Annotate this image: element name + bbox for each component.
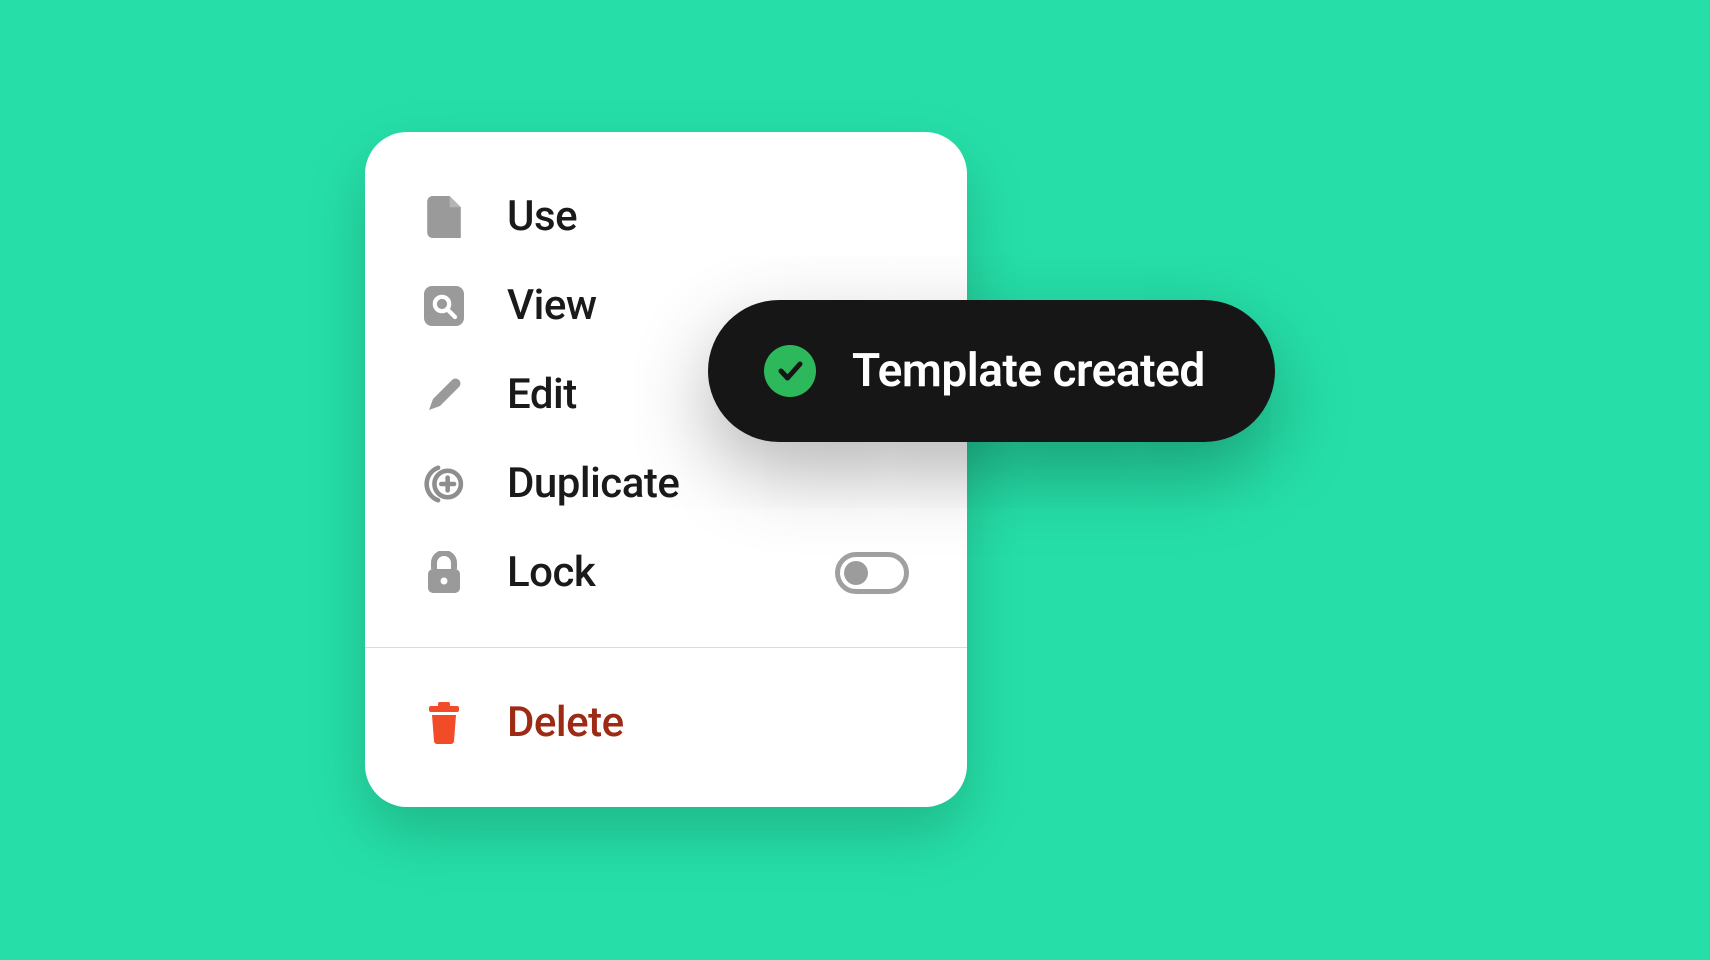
menu-item-label: Lock [507, 548, 595, 597]
menu-item-delete[interactable]: Delete [365, 678, 967, 767]
toggle-knob [844, 561, 868, 585]
toast-notification: Template created [708, 300, 1275, 442]
menu-item-label: Edit [507, 370, 577, 419]
check-circle-icon [764, 345, 816, 397]
menu-item-label: View [507, 281, 597, 330]
document-icon [423, 196, 465, 238]
lock-toggle[interactable] [835, 552, 909, 594]
menu-item-use[interactable]: Use [365, 172, 967, 261]
menu-item-label: Use [507, 192, 577, 241]
lock-icon [423, 552, 465, 594]
menu-item-label: Duplicate [507, 459, 679, 508]
menu-item-lock[interactable]: Lock [365, 528, 967, 617]
trash-icon [423, 702, 465, 744]
toast-message: Template created [852, 344, 1205, 398]
menu-section-bottom: Delete [365, 648, 967, 807]
menu-item-label: Delete [507, 698, 624, 747]
pencil-icon [423, 374, 465, 416]
menu-item-duplicate[interactable]: Duplicate [365, 439, 967, 528]
context-menu: Use View Edit [365, 132, 967, 807]
duplicate-icon [423, 463, 465, 505]
preview-icon [423, 285, 465, 327]
